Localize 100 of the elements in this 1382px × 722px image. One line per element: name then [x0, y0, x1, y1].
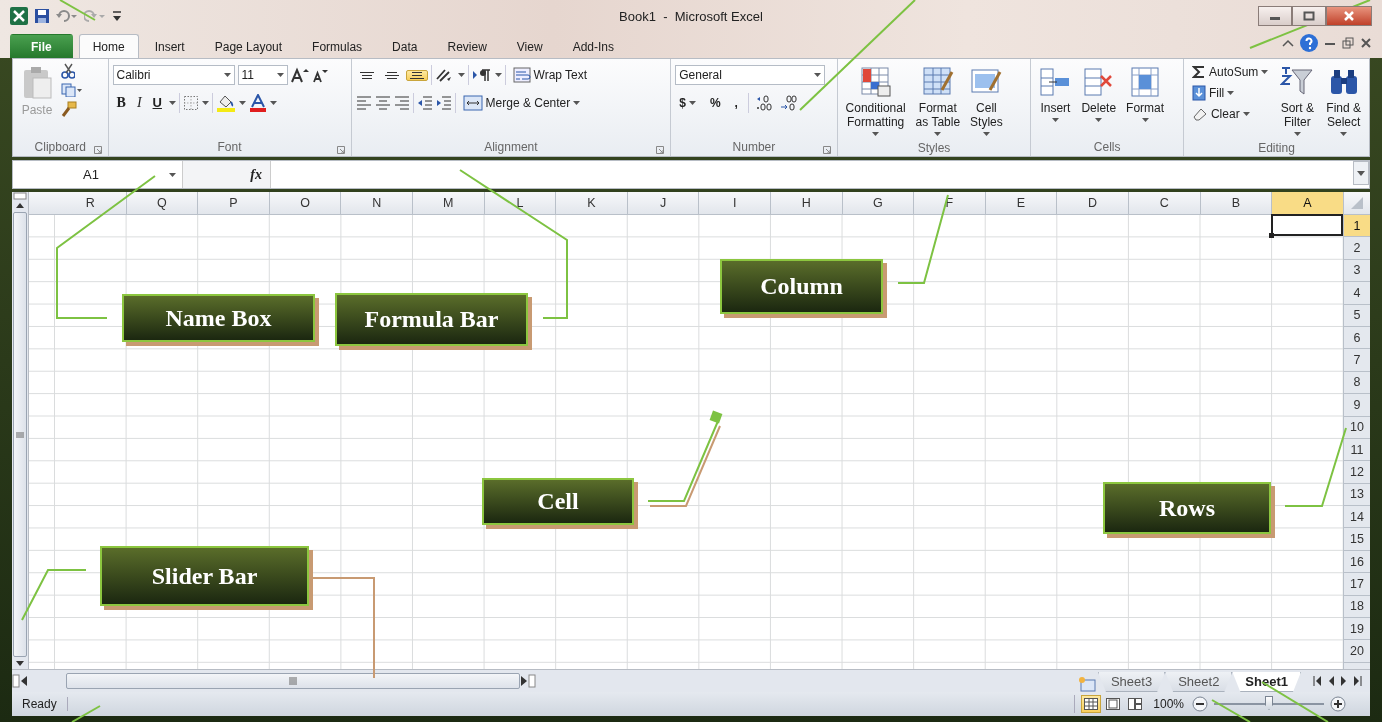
- column-header[interactable]: P: [198, 192, 270, 214]
- close-icon[interactable]: [1360, 37, 1372, 49]
- column-header[interactable]: D: [1057, 192, 1129, 214]
- percent-button[interactable]: %: [705, 94, 725, 112]
- vertical-scrollbar[interactable]: [12, 192, 29, 669]
- row-header[interactable]: 14: [1344, 506, 1370, 529]
- ribbon-tab[interactable]: Insert: [140, 34, 199, 58]
- row-header[interactable]: 13: [1344, 483, 1370, 507]
- increase-indent-icon[interactable]: [435, 95, 452, 111]
- column-header[interactable]: I: [699, 192, 771, 214]
- bold-button[interactable]: B: [112, 94, 130, 112]
- collapse-ribbon-icon[interactable]: [1282, 38, 1294, 48]
- column-header[interactable]: Q: [126, 192, 199, 214]
- fill-button[interactable]: Fill: [1187, 83, 1273, 103]
- row-header[interactable]: 6: [1344, 326, 1370, 350]
- align-center-icon[interactable]: [374, 95, 391, 111]
- split-handle-icon[interactable]: [13, 192, 27, 200]
- cells-button[interactable]: Insert: [1035, 63, 1076, 138]
- row-header[interactable]: 15: [1344, 528, 1370, 551]
- previous-sheet-icon[interactable]: [1328, 676, 1334, 686]
- styles-button[interactable]: Format as Table: [911, 63, 965, 139]
- column-header[interactable]: G: [842, 192, 915, 214]
- column-header[interactable]: H: [770, 192, 843, 214]
- dropdown-arrow-icon[interactable]: [457, 73, 465, 77]
- decrease-decimal-icon[interactable]: [778, 95, 797, 111]
- dropdown-arrow-icon[interactable]: [269, 101, 277, 105]
- dialog-launcher-icon[interactable]: [656, 146, 665, 154]
- row-header[interactable]: 1: [1344, 215, 1370, 238]
- styles-button[interactable]: Conditional Formatting: [841, 63, 910, 139]
- scroll-left-icon[interactable]: [20, 676, 28, 686]
- align-left-icon[interactable]: [355, 95, 372, 111]
- ribbon-tab[interactable]: Data: [378, 34, 432, 58]
- column-header[interactable]: J: [627, 192, 700, 214]
- row-header[interactable]: 7: [1344, 349, 1370, 372]
- font-color-icon[interactable]: [248, 94, 267, 112]
- row-header[interactable]: 20: [1344, 640, 1370, 663]
- ribbon-tab[interactable]: Home: [78, 34, 139, 58]
- autosum-button[interactable]: AutoSum: [1187, 63, 1273, 81]
- ribbon-tab[interactable]: Add-Ins: [558, 34, 628, 58]
- close-button[interactable]: [1326, 6, 1372, 26]
- row-header[interactable]: 4: [1344, 282, 1370, 305]
- ribbon-tab[interactable]: View: [502, 34, 557, 58]
- increase-decimal-icon[interactable]: [754, 95, 773, 111]
- zoom-out-icon[interactable]: [1192, 696, 1208, 712]
- zoom-slider-thumb[interactable]: [1265, 696, 1273, 710]
- merge-center-button[interactable]: Merge & Center: [458, 93, 585, 113]
- comma-button[interactable]: ,: [730, 94, 742, 112]
- help-icon[interactable]: [1300, 34, 1318, 52]
- cells-button[interactable]: Format: [1122, 63, 1169, 138]
- paragraph-direction-icon[interactable]: [471, 67, 492, 83]
- number-format-field[interactable]: General: [675, 65, 826, 85]
- column-header[interactable]: C: [1128, 192, 1201, 214]
- format-painter-icon[interactable]: [61, 101, 77, 117]
- sort-filter-button[interactable]: Sort & Filter: [1276, 63, 1319, 139]
- borders-icon[interactable]: [182, 95, 199, 111]
- dialog-launcher-icon[interactable]: [93, 146, 102, 154]
- row-header[interactable]: 8: [1344, 371, 1370, 395]
- active-cell[interactable]: [1271, 214, 1343, 237]
- decrease-indent-icon[interactable]: [416, 95, 433, 111]
- row-header[interactable]: 16: [1344, 550, 1370, 574]
- row-header[interactable]: 19: [1344, 618, 1370, 641]
- restore-icon[interactable]: [1342, 37, 1354, 49]
- column-header[interactable]: M: [412, 192, 485, 214]
- dropdown-arrow-icon[interactable]: [238, 101, 246, 105]
- column-header[interactable]: E: [985, 192, 1058, 214]
- ribbon-tab[interactable]: Page Layout: [200, 34, 297, 58]
- column-header[interactable]: O: [269, 192, 342, 214]
- dialog-launcher-icon[interactable]: [822, 146, 831, 154]
- fill-color-icon[interactable]: [215, 94, 236, 112]
- column-header[interactable]: K: [556, 192, 628, 214]
- row-header[interactable]: 3: [1344, 259, 1370, 283]
- find-select-button[interactable]: Find & Select: [1322, 63, 1365, 139]
- underline-button[interactable]: U: [148, 94, 166, 112]
- last-sheet-icon[interactable]: [1354, 676, 1362, 686]
- row-header[interactable]: 11: [1344, 438, 1370, 462]
- row-header[interactable]: 18: [1344, 595, 1370, 619]
- row-header[interactable]: 12: [1344, 461, 1370, 484]
- clear-button[interactable]: Clear: [1187, 105, 1273, 123]
- split-handle-icon[interactable]: [12, 674, 20, 688]
- align-right-icon[interactable]: [393, 95, 410, 111]
- row-header[interactable]: 10: [1344, 416, 1370, 439]
- column-header[interactable]: N: [341, 192, 413, 214]
- dropdown-arrow-icon[interactable]: [494, 73, 502, 77]
- cells-button[interactable]: Delete: [1077, 63, 1121, 138]
- copy-icon[interactable]: [61, 83, 83, 97]
- wrap-text-button[interactable]: Wrap Text: [508, 65, 592, 85]
- styles-button[interactable]: Cell Styles: [966, 63, 1007, 139]
- view-button[interactable]: [1081, 695, 1102, 713]
- row-header[interactable]: 2: [1344, 237, 1370, 260]
- horizontal-scrollbar-thumb[interactable]: [66, 673, 520, 689]
- currency-button[interactable]: $: [675, 94, 700, 112]
- row-header[interactable]: 9: [1344, 394, 1370, 417]
- font-size-field[interactable]: 11: [237, 65, 288, 85]
- grow-font-icon[interactable]: [290, 67, 309, 83]
- sheet-tab[interactable]: Sheet3: [1097, 672, 1166, 692]
- customize-toolbar-icon[interactable]: [112, 10, 122, 22]
- undo-icon[interactable]: [56, 9, 78, 23]
- dialog-launcher-icon[interactable]: [336, 146, 345, 154]
- row-header[interactable]: 5: [1344, 304, 1370, 327]
- column-header[interactable]: R: [55, 192, 127, 214]
